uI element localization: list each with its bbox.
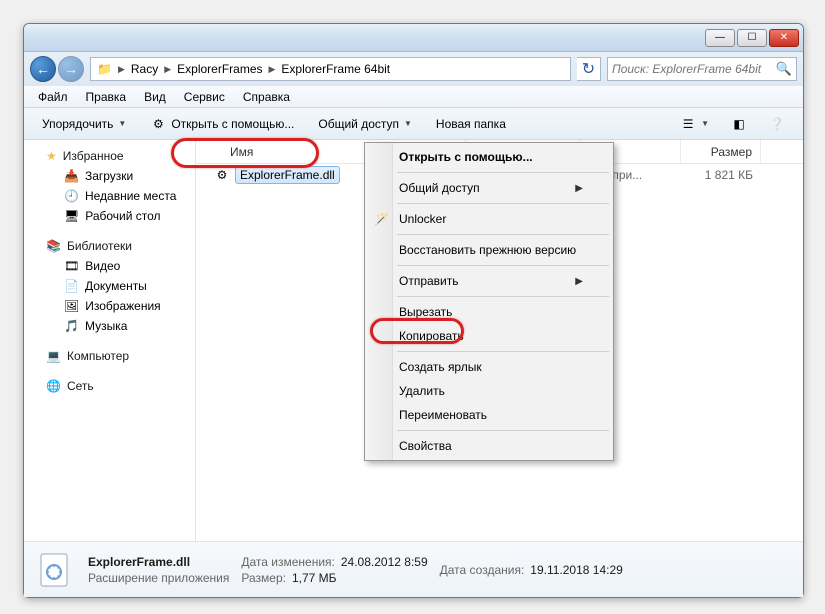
search-input[interactable] xyxy=(612,62,776,76)
app-icon: ⚙ xyxy=(150,116,166,132)
col-size[interactable]: Размер xyxy=(681,140,761,163)
unlocker-icon: 🪄 xyxy=(373,210,391,228)
share-label: Общий доступ xyxy=(318,117,399,131)
ctx-cut[interactable]: Вырезать xyxy=(367,300,611,324)
ctx-share[interactable]: Общий доступ▶ xyxy=(367,176,611,200)
preview-pane-button[interactable]: ◧ xyxy=(721,112,757,136)
address-bar[interactable]: 📁 ▶ Racy ▶ ExplorerFrames ▶ ExplorerFram… xyxy=(90,57,571,81)
menu-service[interactable]: Сервис xyxy=(176,88,233,106)
document-icon: 📄 xyxy=(64,279,79,293)
details-pane: ExplorerFrame.dll Расширение приложения … xyxy=(24,541,803,597)
folder-icon: 📁 xyxy=(91,62,118,76)
star-icon: ★ xyxy=(46,149,57,163)
breadcrumb-seg[interactable]: ExplorerFrame 64bit xyxy=(275,62,396,76)
ctx-openwith[interactable]: Открыть с помощью... xyxy=(367,145,611,169)
list-icon: ☰ xyxy=(680,116,696,132)
submenu-arrow-icon: ▶ xyxy=(575,183,583,194)
ctx-rename[interactable]: Переименовать xyxy=(367,403,611,427)
computer-icon: 💻 xyxy=(46,349,61,363)
newfolder-label: Новая папка xyxy=(436,117,506,131)
video-icon: 🎞 xyxy=(64,259,79,273)
chevron-right-icon: ▶ xyxy=(164,64,171,75)
share-button[interactable]: Общий доступ ▼ xyxy=(308,113,422,135)
minimize-button[interactable]: — xyxy=(705,29,735,47)
ctx-props[interactable]: Свойства xyxy=(367,434,611,458)
details-filetype: Расширение приложения xyxy=(88,571,229,585)
nav-row: ← → 📁 ▶ Racy ▶ ExplorerFrames ▶ Explorer… xyxy=(24,52,803,86)
ctx-send[interactable]: Отправить▶ xyxy=(367,269,611,293)
sidebar-item-downloads[interactable]: 📥Загрузки xyxy=(24,166,195,186)
file-large-icon xyxy=(34,549,76,591)
chevron-down-icon: ▼ xyxy=(404,119,412,128)
openwith-label: Открыть с помощью... xyxy=(171,117,294,131)
view-buttons: ☰▼ ◧ ❔ xyxy=(670,112,795,136)
chevron-down-icon: ▼ xyxy=(701,119,709,128)
ctx-copy[interactable]: Копировать xyxy=(367,324,611,348)
sidebar-item-music[interactable]: 🎵Музыка xyxy=(24,316,195,336)
details-size-val: 1,77 МБ xyxy=(292,571,337,585)
sidebar: ★Избранное 📥Загрузки 🕘Недавние места 🖥Ра… xyxy=(24,140,196,541)
pane-icon: ◧ xyxy=(731,116,747,132)
search-icon: 🔍 xyxy=(776,61,792,77)
view-mode-button[interactable]: ☰▼ xyxy=(670,112,719,136)
network-icon: 🌐 xyxy=(46,379,61,393)
details-date-val: 24.08.2012 8:59 xyxy=(341,555,428,569)
details-filename: ExplorerFrame.dll xyxy=(88,555,229,569)
sidebar-libraries[interactable]: 📚Библиотеки xyxy=(24,236,195,256)
openwith-button[interactable]: ⚙ Открыть с помощью... xyxy=(140,112,304,136)
menu-file[interactable]: Файл xyxy=(30,88,76,106)
download-icon: 📥 xyxy=(64,169,79,183)
menu-help[interactable]: Справка xyxy=(235,88,298,106)
music-icon: 🎵 xyxy=(64,319,79,333)
sidebar-item-desktop[interactable]: 🖥Рабочий стол xyxy=(24,206,195,226)
desktop-icon: 🖥 xyxy=(64,209,79,223)
menu-view[interactable]: Вид xyxy=(136,88,174,106)
sidebar-item-recent[interactable]: 🕘Недавние места xyxy=(24,186,195,206)
dll-icon: ⚙ xyxy=(214,167,230,183)
help-icon: ❔ xyxy=(769,116,785,132)
newfolder-button[interactable]: Новая папка xyxy=(426,113,516,135)
breadcrumb-seg[interactable]: ExplorerFrames xyxy=(171,62,268,76)
sidebar-item-video[interactable]: 🎞Видео xyxy=(24,256,195,276)
details-size-key: Размер: xyxy=(241,571,286,585)
titlebar: — ☐ ✕ xyxy=(24,24,803,52)
organize-label: Упорядочить xyxy=(42,117,113,131)
chevron-right-icon: ▶ xyxy=(118,64,125,75)
details-created-val: 19.11.2018 14:29 xyxy=(530,563,623,577)
breadcrumb-seg[interactable]: Racy xyxy=(125,62,164,76)
help-button[interactable]: ❔ xyxy=(759,112,795,136)
chevron-down-icon: ▼ xyxy=(118,119,126,128)
back-button[interactable]: ← xyxy=(30,56,56,82)
file-size: 1 821 КБ xyxy=(681,168,761,182)
refresh-button[interactable]: ↻ xyxy=(577,57,601,81)
organize-button[interactable]: Упорядочить ▼ xyxy=(32,113,136,135)
library-icon: 📚 xyxy=(46,239,61,253)
details-date-key: Дата изменения: xyxy=(241,555,335,569)
image-icon: 🖼 xyxy=(64,299,79,313)
ctx-shortcut[interactable]: Создать ярлык xyxy=(367,355,611,379)
nav-buttons: ← → xyxy=(30,56,84,82)
forward-button[interactable]: → xyxy=(58,56,84,82)
chevron-right-icon: ▶ xyxy=(269,64,276,75)
ctx-delete[interactable]: Удалить xyxy=(367,379,611,403)
details-created-key: Дата создания: xyxy=(440,563,525,577)
submenu-arrow-icon: ▶ xyxy=(575,276,583,287)
menu-bar: Файл Правка Вид Сервис Справка xyxy=(24,86,803,108)
sidebar-item-images[interactable]: 🖼Изображения xyxy=(24,296,195,316)
toolbar: Упорядочить ▼ ⚙ Открыть с помощью... Общ… xyxy=(24,108,803,140)
ctx-unlocker[interactable]: 🪄Unlocker xyxy=(367,207,611,231)
close-button[interactable]: ✕ xyxy=(769,29,799,47)
sidebar-item-documents[interactable]: 📄Документы xyxy=(24,276,195,296)
recent-icon: 🕘 xyxy=(64,189,79,203)
sidebar-computer[interactable]: 💻Компьютер xyxy=(24,346,195,366)
maximize-button[interactable]: ☐ xyxy=(737,29,767,47)
file-name: ExplorerFrame.dll xyxy=(235,166,340,184)
sidebar-network[interactable]: 🌐Сеть xyxy=(24,376,195,396)
sidebar-favorites[interactable]: ★Избранное xyxy=(24,146,195,166)
search-box[interactable]: 🔍 xyxy=(607,57,797,81)
context-menu: Открыть с помощью... Общий доступ▶ 🪄Unlo… xyxy=(364,142,614,461)
menu-edit[interactable]: Правка xyxy=(78,88,135,106)
ctx-restore[interactable]: Восстановить прежнюю версию xyxy=(367,238,611,262)
